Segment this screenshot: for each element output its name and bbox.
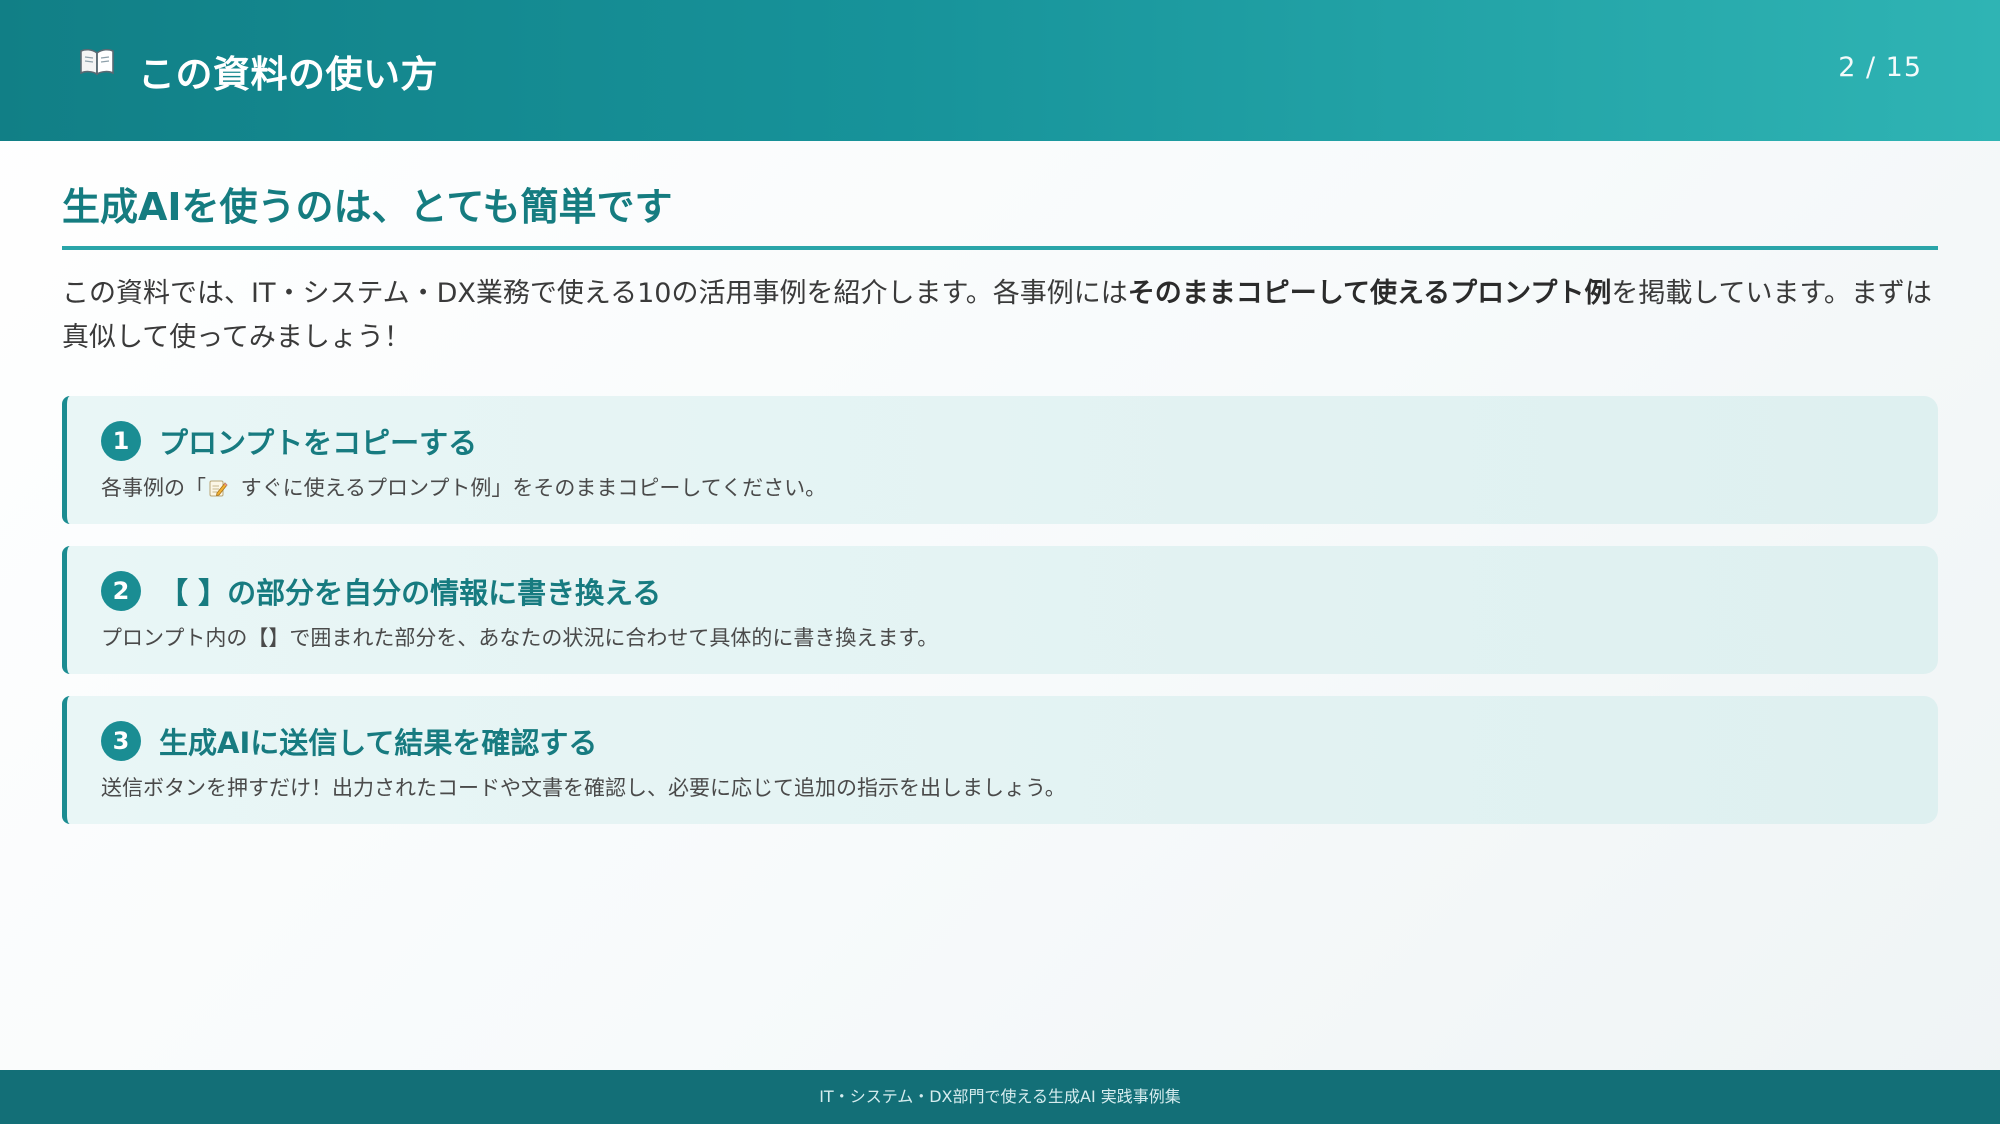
footer-text: IT・システム・DX部門で使える生成AI 実践事例集 [819, 1087, 1181, 1106]
slide-header: この資料の使い方 2 / 15 [0, 0, 2000, 141]
step-title: プロンプトをコピーする [159, 426, 478, 460]
step-card-3: 3 生成AIに送信して結果を確認する 送信ボタンを押すだけ！出力されたコードや文… [62, 696, 1938, 824]
step-number-badge: 3 [101, 721, 141, 761]
intro-text-bold: そのままコピーして使えるプロンプト例 [1127, 278, 1612, 309]
step-card-2: 2 【 】の部分を自分の情報に書き換える プロンプト内の【】で囲まれた部分を、あ… [62, 546, 1938, 674]
intro-paragraph: この資料では、IT・システム・DX業務で使える10の活用事例を紹介します。各事例… [62, 272, 1938, 360]
step-description: プロンプト内の【】で囲まれた部分を、あなたの状況に合わせて具体的に書き換えます。 [101, 626, 939, 650]
step-title: 生成AIに送信して結果を確認する [159, 726, 598, 760]
memo-icon [208, 478, 228, 498]
step-desc-before: 各事例の「 [101, 476, 206, 500]
intro-text-before: この資料では、IT・システム・DX業務で使える10の活用事例を紹介します。各事例… [62, 278, 1128, 309]
step-description: 送信ボタンを押すだけ！出力されたコードや文書を確認し、必要に応じて追加の指示を出… [101, 776, 1066, 800]
step-title: 【 】の部分を自分の情報に書き換える [159, 576, 662, 610]
step-description: 各事例の「 すぐに使えるプロンプト例」をそのままコピーしてください。 [101, 472, 826, 502]
slide-footer: IT・システム・DX部門で使える生成AI 実践事例集 [0, 1070, 2000, 1124]
section-divider [62, 246, 1938, 250]
step-number-badge: 1 [101, 421, 141, 461]
step-desc-after: すぐに使えるプロンプト例」をそのままコピーしてください。 [234, 476, 827, 500]
page-counter: 2 / 15 [1838, 52, 1922, 83]
open-book-icon [79, 48, 115, 76]
section-title: 生成AIを使うのは、とても簡単です [62, 185, 673, 229]
slide-title: この資料の使い方 [138, 53, 438, 96]
step-card-1: 1 プロンプトをコピーする 各事例の「 すぐに使えるプロンプト例」をそのままコピ… [62, 396, 1938, 524]
step-number-badge: 2 [101, 571, 141, 611]
